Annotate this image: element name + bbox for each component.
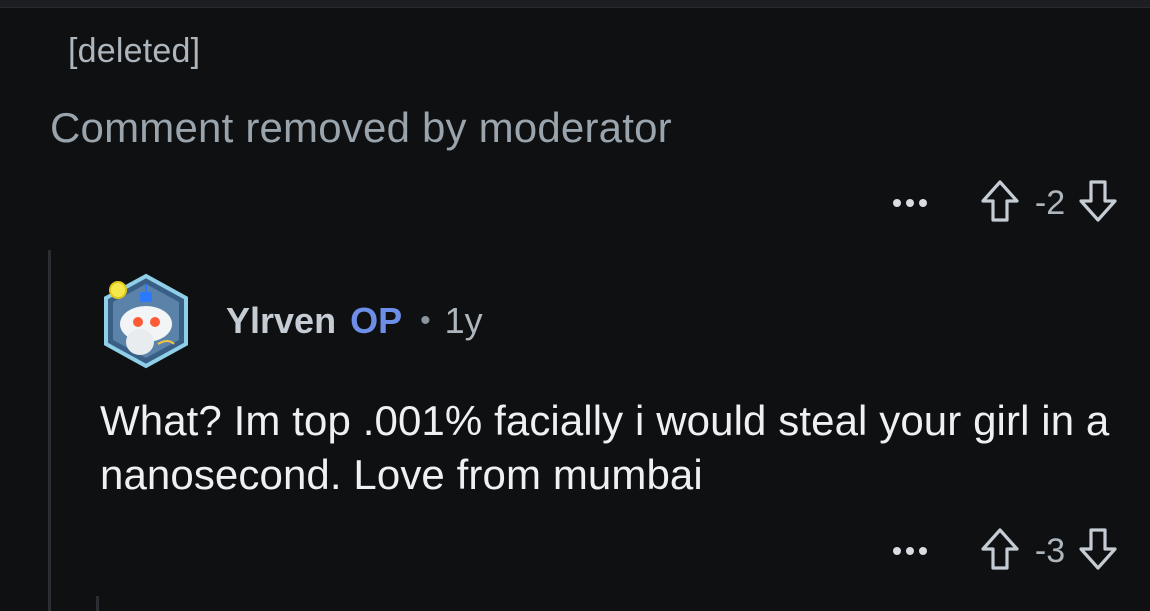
snoo-avatar-icon	[100, 273, 192, 374]
upvote-arrow-icon	[980, 179, 1020, 228]
meta-separator: •	[420, 304, 431, 337]
downvote-arrow-icon	[1078, 179, 1118, 228]
comment-age[interactable]: 1y	[445, 300, 483, 342]
user-avatar[interactable]	[100, 272, 192, 370]
comment-body-removed: Comment removed by moderator	[50, 104, 672, 151]
vote-score: -2	[1034, 183, 1066, 222]
vote-control: -2	[978, 179, 1120, 228]
username-link[interactable]: Ylrven	[226, 300, 336, 342]
top-bar	[0, 0, 1150, 8]
comment-body: What? Im top .001% facially i would stea…	[100, 397, 1110, 498]
vote-control: -3	[978, 527, 1120, 576]
comment-meta: Ylrven OP • 1y	[226, 300, 483, 342]
vote-score: -3	[1034, 531, 1066, 570]
more-icon	[892, 198, 928, 208]
downvote-button[interactable]	[1076, 527, 1120, 576]
upvote-button[interactable]	[978, 179, 1022, 228]
comment-author-deleted: [deleted]	[68, 32, 201, 70]
upvote-button[interactable]	[978, 527, 1022, 576]
downvote-arrow-icon	[1078, 527, 1118, 576]
downvote-button[interactable]	[1076, 179, 1120, 228]
comment-actions: -2	[888, 179, 1120, 228]
more-options-button[interactable]	[888, 181, 932, 225]
thread-line[interactable]	[48, 250, 51, 611]
thread-line-nested[interactable]	[96, 596, 99, 611]
more-options-button[interactable]	[888, 529, 932, 573]
more-icon	[892, 546, 928, 556]
upvote-arrow-icon	[980, 527, 1020, 576]
op-badge: OP	[350, 300, 403, 341]
comment-actions: -3	[888, 527, 1120, 576]
